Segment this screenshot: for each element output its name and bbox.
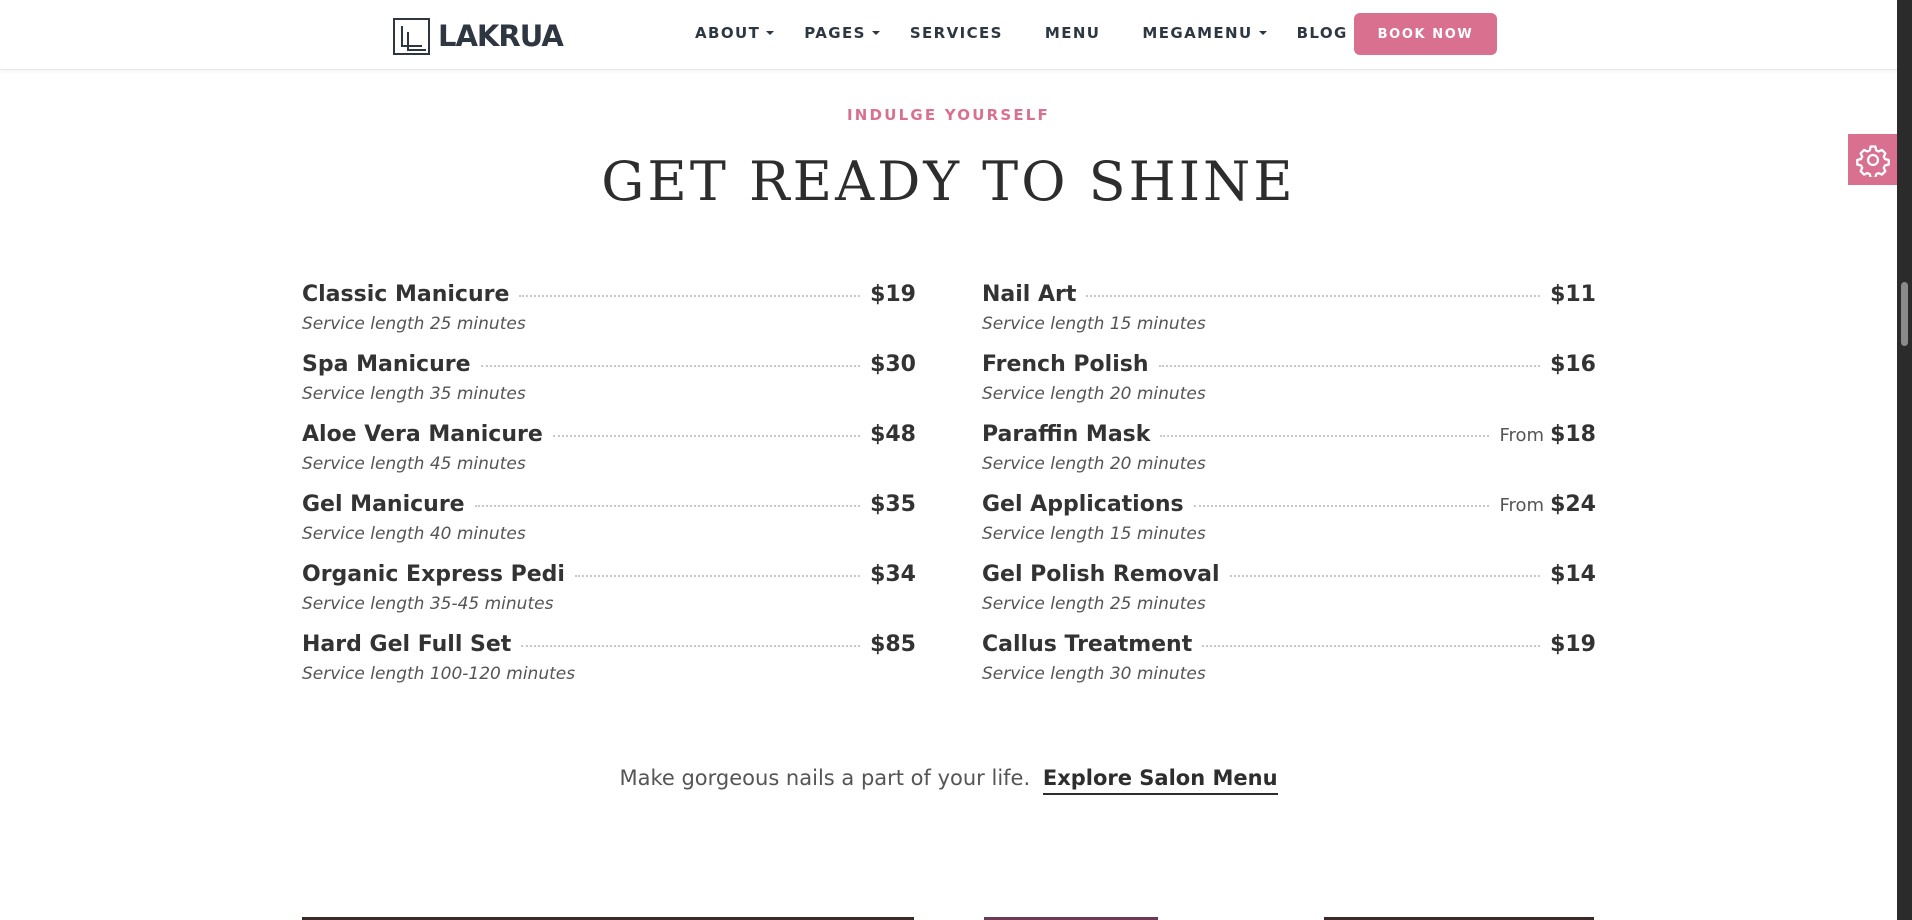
logo-mark-icon [393,17,430,55]
dotted-leader [1086,295,1541,297]
list-item: Gel Polish Removal $14 Service length 25… [982,562,1596,632]
service-name: Spa Manicure [302,352,471,377]
explore-salon-menu-link[interactable]: Explore Salon Menu [1042,766,1278,795]
dotted-leader [480,365,861,367]
service-length: Service length 30 minutes [982,664,1206,684]
nav-item-blog[interactable]: BLOG [1297,24,1348,42]
service-length: Service length 25 minutes [982,594,1206,614]
dotted-leader [574,575,861,577]
list-item: Aloe Vera Manicure $48 Service length 45… [302,422,916,492]
list-item: Classic Manicure $19 Service length 25 m… [302,282,916,352]
service-name: French Polish [982,352,1149,377]
service-length: Service length 20 minutes [982,454,1206,474]
service-length: Service length 20 minutes [982,384,1206,404]
dotted-leader [1158,365,1541,367]
dotted-leader [474,505,861,507]
nav-label: MEGAMENU [1142,24,1253,42]
services-list-left: Classic Manicure $19 Service length 25 m… [302,282,916,702]
dotted-leader [552,435,861,437]
list-item: Callus Treatment $19 Service length 30 m… [982,632,1596,702]
caret-down-icon [766,31,775,35]
dotted-leader [521,645,861,647]
service-length: Service length 15 minutes [982,314,1206,334]
service-price: $19 [870,282,916,307]
list-item: Gel Applications From $24 Service length… [982,492,1596,562]
service-length: Service length 35-45 minutes [302,594,554,614]
service-price: $35 [870,492,916,517]
section-title: GET READY TO SHINE [601,150,1296,213]
service-length: Service length 45 minutes [302,454,526,474]
service-price: $24 [1550,492,1596,517]
service-length: Service length 40 minutes [302,524,526,544]
page-scrollbar[interactable] [1897,0,1912,920]
cta-line: Make gorgeous nails a part of your life.… [0,766,1897,795]
service-price: $14 [1550,562,1596,587]
service-price: $19 [1550,632,1596,657]
main-nav: ABOUT PAGES SERVICES MENU MEGAMENU BLOG [695,24,1348,42]
nav-item-megamenu[interactable]: MEGAMENU [1142,24,1267,42]
service-name: Gel Manicure [302,492,465,517]
nav-label: MENU [1044,24,1101,42]
price-from-label: From [1499,495,1545,516]
section-eyebrow: INDULGE YOURSELF [847,106,1050,124]
service-name: Gel Applications [982,492,1184,517]
list-item: Gel Manicure $35 Service length 40 minut… [302,492,916,562]
service-price: $16 [1550,352,1596,377]
nav-label: SERVICES [909,24,1003,42]
scrollbar-thumb[interactable] [1901,282,1908,346]
list-item: Paraffin Mask From $18 Service length 20… [982,422,1596,492]
list-item: French Polish $16 Service length 20 minu… [982,352,1596,422]
dotted-leader [1160,435,1490,437]
service-price: $30 [870,352,916,377]
service-price: $11 [1550,282,1596,307]
service-price: $48 [870,422,916,447]
nav-label: ABOUT [695,24,761,42]
service-length: Service length 15 minutes [982,524,1206,544]
dotted-leader [1193,505,1490,507]
book-now-button[interactable]: BOOK NOW [1354,13,1497,55]
nav-label: BLOG [1296,24,1348,42]
list-item: Spa Manicure $30 Service length 35 minut… [302,352,916,422]
price-from-label: From [1499,425,1545,446]
service-name: Hard Gel Full Set [302,632,512,657]
dotted-leader [1202,645,1541,647]
service-length: Service length 25 minutes [302,314,526,334]
service-price: $85 [870,632,916,657]
site-header: LAKRUA ABOUT PAGES SERVICES MENU MEGAMEN… [0,0,1897,70]
dotted-leader [1229,575,1541,577]
service-name: Organic Express Pedi [302,562,565,587]
list-item: Nail Art $11 Service length 15 minutes [982,282,1596,352]
service-name: Classic Manicure [302,282,510,307]
service-price: $18 [1550,422,1596,447]
service-price: $34 [870,562,916,587]
nav-item-menu[interactable]: MENU [1045,24,1101,42]
dotted-leader [519,295,861,297]
caret-down-icon [871,31,880,35]
service-length: Service length 35 minutes [302,384,526,404]
nav-item-pages[interactable]: PAGES [804,24,880,42]
list-item: Hard Gel Full Set $85 Service length 100… [302,632,916,702]
service-name: Gel Polish Removal [982,562,1220,587]
service-length: Service length 100-120 minutes [302,664,576,684]
list-item: Organic Express Pedi $34 Service length … [302,562,916,632]
caret-down-icon [1258,31,1267,35]
service-name: Paraffin Mask [982,422,1151,447]
cta-text: Make gorgeous nails a part of your life. [619,766,1031,790]
logo[interactable]: LAKRUA [393,17,564,55]
service-name: Callus Treatment [982,632,1193,657]
nav-item-about[interactable]: ABOUT [695,24,775,42]
service-name: Aloe Vera Manicure [302,422,543,447]
logo-text: LAKRUA [438,19,564,53]
service-name: Nail Art [982,282,1077,307]
nav-label: PAGES [804,24,866,42]
services-list-right: Nail Art $11 Service length 15 minutes F… [982,282,1596,702]
nav-item-services[interactable]: SERVICES [910,24,1003,42]
